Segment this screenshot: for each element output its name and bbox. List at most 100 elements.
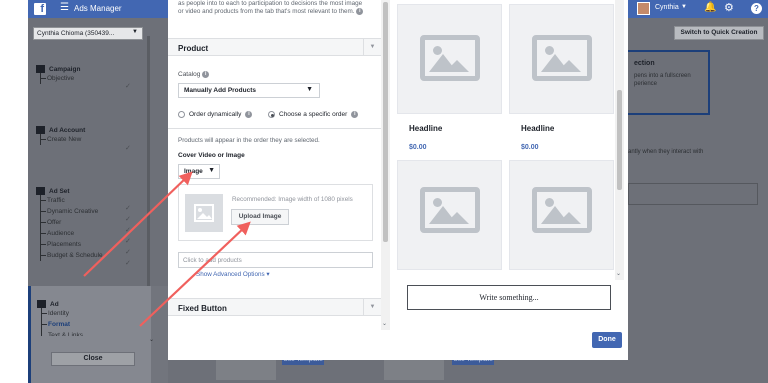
help-icon[interactable]: ? — [751, 3, 762, 14]
sidebar-section-ad-set[interactable]: Ad Set Traffic Dynamic Creative Offer Au… — [36, 187, 103, 261]
sidebar-section-ad-content[interactable]: Ad Identity Format Text & Links — [37, 300, 83, 336]
check-icon: ✓ — [125, 205, 131, 212]
intro-text-content: as people into to each to participation … — [178, 0, 363, 16]
sidebar-item-offer[interactable]: Offer — [41, 217, 103, 228]
sidebar-section-title: Ad — [50, 300, 59, 308]
section-title: Fixed Button — [178, 304, 227, 313]
product-image-tile[interactable] — [397, 4, 502, 114]
chevron-down-icon[interactable]: ⌄ — [616, 270, 621, 277]
product-image-tile[interactable] — [509, 4, 614, 114]
intro-text: as people into to each to participation … — [178, 0, 368, 16]
choose-specific-order-radio[interactable]: Choose a specific order i — [268, 111, 359, 118]
image-placeholder-icon — [185, 194, 223, 232]
account-select-value: Cynthia Chioma (350439... — [37, 30, 115, 37]
bell-icon[interactable]: 🔔 — [704, 2, 716, 13]
editor-panel: as people into to each to participation … — [168, 0, 381, 330]
sidebar-section-ad[interactable]: Ad Identity Format Text & Links Close ⌄ — [28, 286, 168, 383]
sidebar-item-budget-schedule[interactable]: Budget & Schedule — [41, 250, 103, 261]
fixed-button-section-header[interactable]: Fixed Button ▼ — [168, 298, 381, 316]
radio-button-selected[interactable] — [268, 111, 275, 118]
sidebar-item-placements[interactable]: Placements — [41, 239, 103, 250]
product-card-info: Headline $0.00 — [397, 114, 502, 158]
avatar[interactable] — [637, 2, 650, 15]
image-placeholder-icon — [532, 187, 592, 233]
sidebar-item-audience[interactable]: Audience — [41, 228, 103, 239]
check-icon: ✓ — [125, 238, 131, 245]
chevron-down-icon[interactable]: ▼ — [681, 4, 687, 10]
gear-icon[interactable]: ⚙ — [724, 1, 734, 14]
account-select[interactable]: Cynthia Chioma (350439... ▼ — [33, 27, 143, 40]
sidebar-scrollbar[interactable] — [147, 36, 150, 296]
check-icon: ✓ — [125, 145, 131, 152]
interaction-text: antly when they interact with — [628, 149, 704, 155]
write-something-field[interactable]: Write something... — [407, 285, 611, 310]
check-icon: ✓ — [125, 260, 131, 267]
recommendation-text: Recommended: Image width of 1080 pixels — [232, 196, 353, 203]
scrollbar-thumb[interactable] — [617, 90, 622, 190]
ad-section-highlight: Ad Identity Format Text & Links Close — [28, 286, 151, 383]
collection-description: pens into a fullscreen perience — [634, 73, 691, 87]
chevron-down-icon[interactable]: ⌄ — [382, 320, 387, 327]
user-name[interactable]: Cynthia — [655, 4, 679, 11]
chevron-down-icon[interactable]: ▼ — [363, 299, 381, 315]
sidebar-section-ad-account[interactable]: Ad Account Create New — [36, 126, 85, 145]
catalog-select-value: Manually Add Products — [184, 87, 256, 94]
chevron-down-icon: ▼ — [306, 86, 313, 93]
sidebar-item-dynamic-creative[interactable]: Dynamic Creative — [41, 206, 103, 217]
upload-image-button[interactable]: Upload Image — [231, 209, 289, 225]
done-button[interactable]: Done — [592, 332, 622, 348]
product-section-header[interactable]: Product ▼ — [168, 38, 381, 56]
menu-icon[interactable]: ☰ — [60, 2, 69, 13]
chevron-down-icon[interactable]: ▼ — [363, 39, 381, 55]
radio-button[interactable] — [178, 111, 185, 118]
campaign-icon — [36, 65, 45, 73]
ad-preview: Headline $0.00 Headline $0.00 — [397, 0, 614, 320]
catalog-label: Catalog i — [178, 71, 210, 79]
check-icon: ✓ — [125, 83, 131, 90]
sidebar-item-format[interactable]: Format — [41, 319, 83, 330]
sidebar-item-text-links[interactable]: Text & Links — [48, 330, 83, 336]
facebook-logo-icon[interactable]: f — [34, 3, 46, 15]
radio-label: Order dynamically — [189, 111, 242, 118]
catalog-select[interactable]: Manually Add Products ▼ — [178, 83, 320, 98]
product-image-tile[interactable] — [397, 160, 502, 270]
product-image-tile[interactable] — [509, 160, 614, 270]
sidebar-item-traffic[interactable]: Traffic — [41, 195, 103, 206]
ad-account-icon — [36, 126, 45, 134]
catalog-label-text: Catalog — [178, 71, 201, 79]
divider — [168, 128, 381, 129]
info-icon[interactable]: i — [356, 8, 364, 15]
scrollbar-thumb[interactable] — [383, 2, 388, 242]
sidebar-section-title: Ad Account — [49, 126, 86, 134]
info-icon[interactable]: i — [245, 111, 253, 118]
check-icon: ✓ — [125, 216, 131, 223]
product-headline: Headline — [521, 124, 555, 133]
product-card-info: Headline $0.00 — [509, 114, 614, 158]
switch-quick-creation-button[interactable]: Switch to Quick Creation — [674, 26, 764, 40]
editor-scrollbar[interactable]: ⌄ — [381, 0, 390, 330]
cover-type-select[interactable]: Image ▼ — [178, 164, 220, 179]
order-note: Products will appear in the order they a… — [178, 137, 320, 144]
sidebar-item-identity[interactable]: Identity — [41, 308, 83, 319]
cover-label: Cover Video or Image — [178, 152, 245, 159]
show-advanced-options-link[interactable]: Show Advanced Options ▾ — [196, 271, 270, 278]
info-icon[interactable]: i — [202, 71, 210, 78]
sidebar-section-title: Ad Set — [49, 187, 70, 195]
sidebar-item-create-new[interactable]: Create New — [40, 134, 85, 145]
page-margin — [0, 0, 28, 383]
right-field[interactable] — [628, 183, 758, 205]
ad-set-icon — [36, 187, 45, 195]
close-button[interactable]: Close — [51, 352, 135, 366]
image-placeholder-icon — [532, 35, 592, 81]
preview-scrollbar[interactable]: ⌄ — [615, 0, 624, 280]
order-dynamically-radio[interactable]: Order dynamically i — [178, 111, 253, 118]
check-icon: ✓ — [125, 249, 131, 256]
ad-icon — [37, 300, 46, 308]
cover-type-value: Image — [184, 168, 203, 175]
info-icon[interactable]: i — [351, 111, 359, 118]
sidebar-section-campaign[interactable]: Campaign Objective — [36, 65, 80, 84]
add-products-input[interactable]: Click to add products — [178, 252, 373, 268]
sidebar-item-objective[interactable]: Objective — [40, 73, 80, 84]
media-upload-box: Recommended: Image width of 1080 pixels … — [178, 184, 373, 241]
chevron-down-icon[interactable]: ⌄ — [149, 336, 154, 343]
